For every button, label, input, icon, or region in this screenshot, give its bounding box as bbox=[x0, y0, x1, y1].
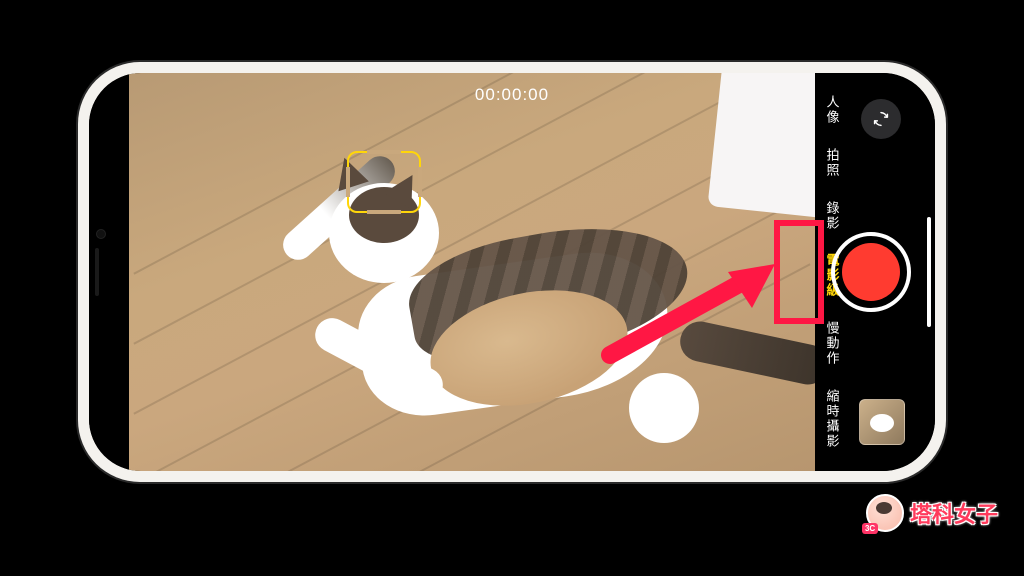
mode-video[interactable]: 錄影 bbox=[823, 201, 842, 231]
record-indicator bbox=[842, 243, 900, 301]
home-indicator[interactable] bbox=[927, 217, 931, 327]
stage: f bbox=[0, 0, 1024, 576]
watermark-text: 塔科女子 bbox=[910, 497, 998, 529]
mode-photo[interactable]: 拍照 bbox=[823, 148, 842, 178]
last-capture-thumbnail[interactable] bbox=[859, 399, 905, 445]
record-button[interactable] bbox=[831, 232, 911, 312]
speaker-grille bbox=[95, 248, 99, 296]
mode-portrait[interactable]: 人像 bbox=[823, 95, 842, 125]
watermark: 3C 塔科女子 bbox=[866, 494, 998, 532]
notch bbox=[89, 207, 111, 337]
flip-camera-button[interactable] bbox=[861, 99, 901, 139]
mode-slomo[interactable]: 慢動作 bbox=[823, 321, 842, 366]
flip-camera-icon bbox=[870, 108, 892, 130]
focus-indicator[interactable] bbox=[347, 151, 421, 213]
recording-timer: 00:00:00 bbox=[475, 85, 549, 105]
watermark-avatar: 3C bbox=[866, 494, 904, 532]
annotation-arrow bbox=[600, 260, 800, 370]
mode-timelapse[interactable]: 縮時攝影 bbox=[823, 389, 842, 449]
front-camera bbox=[96, 229, 106, 239]
watermark-badge: 3C bbox=[862, 523, 878, 534]
